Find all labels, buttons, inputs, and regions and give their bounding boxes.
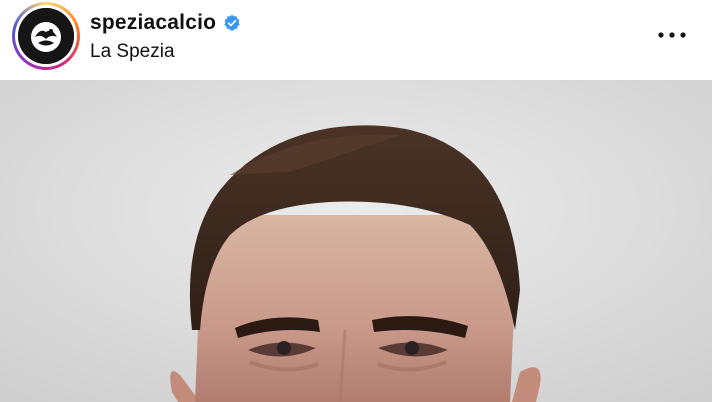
location-link[interactable]: La Spezia	[90, 41, 175, 63]
username-link[interactable]: speziacalcio	[90, 11, 216, 35]
spezia-calcio-crest-icon	[18, 8, 74, 64]
more-options-icon	[658, 32, 686, 38]
post-image[interactable]	[0, 80, 712, 402]
verified-badge-icon	[224, 14, 240, 31]
username-row: speziacalcio	[90, 11, 241, 35]
avatar[interactable]	[18, 8, 74, 64]
player-portrait-photo	[0, 80, 712, 402]
post-header: speziacalcio La Spezia	[0, 0, 712, 80]
more-options-button[interactable]	[652, 22, 692, 48]
story-ring[interactable]	[12, 2, 80, 70]
